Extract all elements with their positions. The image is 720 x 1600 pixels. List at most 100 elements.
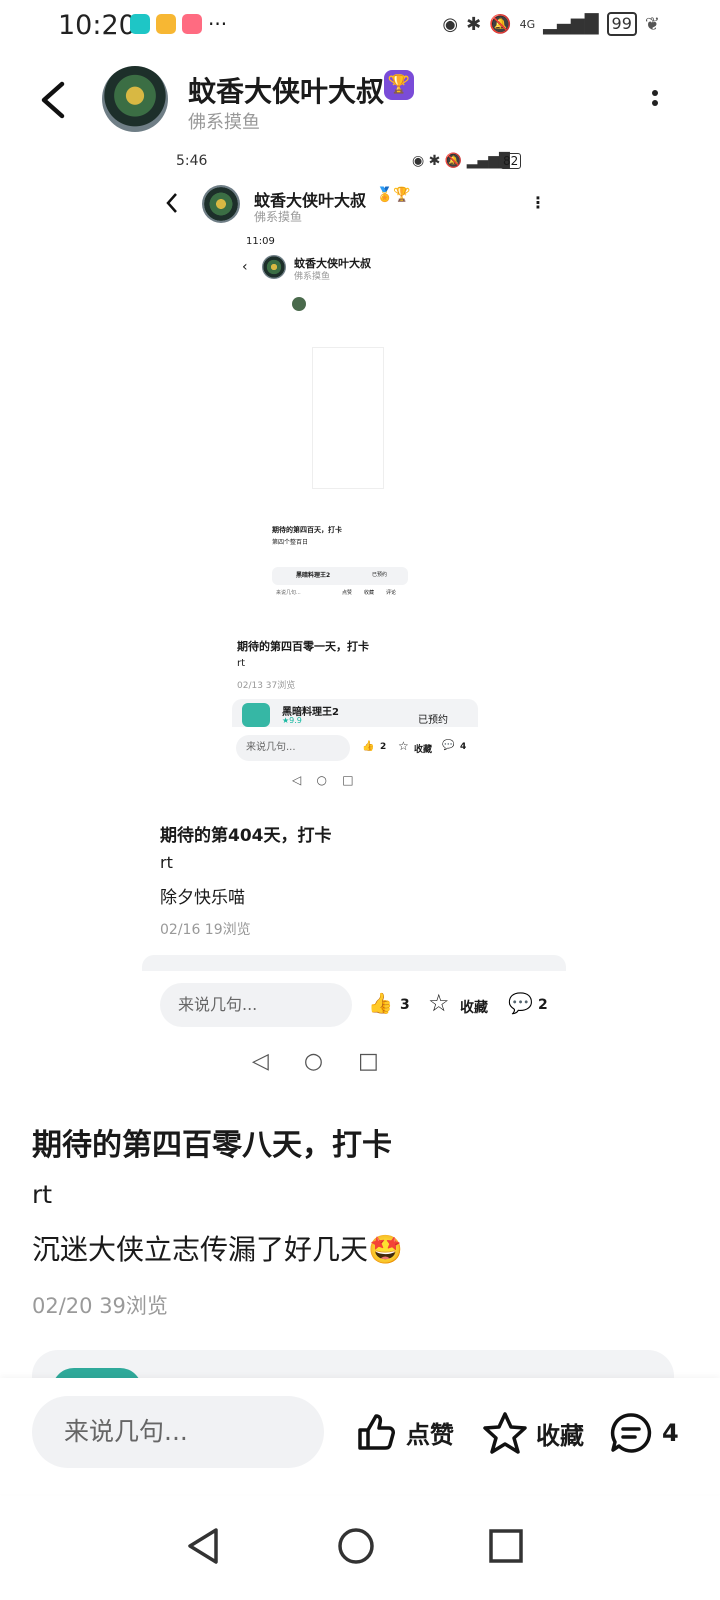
nested-status-time: 5:46	[176, 153, 208, 169]
nested-fav-label: 收藏	[460, 1000, 488, 1016]
nav-recents-button[interactable]	[484, 1524, 528, 1568]
nested-like-icon: 👍	[368, 991, 393, 1015]
nested2-game-rating: ★9.9	[282, 716, 302, 725]
system-navigation-bar	[0, 1494, 720, 1600]
nested2-navbar-icons: ◁ ○ □	[292, 773, 354, 787]
nested3-comment: 评论	[386, 590, 397, 596]
favorite-label: 收藏	[536, 1421, 584, 1450]
comment-input[interactable]: 来说几句...	[32, 1396, 324, 1468]
post-body-line1: rt	[32, 1180, 53, 1209]
square-recents-icon	[489, 1529, 523, 1563]
bluetooth-icon: ✱	[466, 13, 482, 35]
post-image-screenshot[interactable]: 5:46 ◉ ✱ 🔕 ▂▄▆█ 82 蚊香大侠叶大叔 🏅🏆 佛系摸鱼 ⋮ 11:…	[142, 145, 566, 1085]
nested-comment-icon: 💬	[508, 991, 533, 1015]
nested-comment-input: 来说几句...	[160, 983, 352, 1027]
app-notification-icon	[182, 14, 202, 34]
back-button[interactable]	[34, 78, 74, 122]
nested-comment-count: 2	[538, 997, 548, 1013]
system-icons: ◉ ✱ 🔕 4G ▂▄▆█ 99 ❦	[442, 12, 660, 36]
nested2-line1: rt	[237, 658, 246, 669]
favorite-button[interactable]: 收藏	[482, 1410, 584, 1456]
nested-post-title: 期待的第404天，打卡	[160, 826, 332, 846]
nested3-fav: 收藏	[364, 590, 375, 596]
nested2-comment-count: 4	[460, 742, 467, 752]
nested-avatar	[202, 185, 240, 223]
like-button[interactable]: 点赞	[354, 1410, 454, 1454]
nav-home-button[interactable]	[334, 1524, 378, 1568]
nested-back-icon	[166, 193, 177, 213]
nested-game-card-strip	[142, 955, 566, 971]
eye-icon: ◉	[442, 13, 459, 35]
user-signature: 佛系摸鱼	[188, 112, 260, 133]
nested-battery-icon: 82	[500, 153, 522, 169]
nested2-like-icon: 👍	[362, 741, 375, 752]
more-notifications-icon: ···	[208, 12, 228, 36]
nested3-game-card: 黑暗料理王2 已预约	[272, 567, 408, 585]
bottom-action-bar: 来说几句... 点赞 收藏 4	[0, 1378, 720, 1494]
nested2-comment-icon: 💬	[442, 740, 455, 751]
nested2-back-icon: ‹	[242, 259, 248, 275]
nested2-time: 11:09	[246, 236, 275, 247]
nested2-comment-input: 来说几句...	[236, 735, 350, 761]
nested-post-line1: rt	[160, 853, 173, 872]
nested-screenshot-2: 11:09 ‹ 蚊香大侠叶大叔 佛系摸鱼 期待的第四百天，打卡 第四个整百日 黑…	[232, 233, 482, 793]
nested-badges-icon: 🏅🏆	[376, 187, 411, 203]
nested2-meta: 02/13 37浏览	[237, 681, 296, 691]
nested-status-icons: ◉ ✱ 🔕 ▂▄▆█	[412, 153, 510, 169]
triangle-back-icon	[188, 1528, 218, 1564]
nested2-post-title: 期待的第四百零一天，打卡	[237, 640, 369, 653]
post-title: 期待的第四百零八天，打卡	[32, 1128, 392, 1163]
nested3-game-name: 黑暗料理王2	[296, 572, 331, 579]
nested3-line1: 第四个整百日	[272, 539, 309, 546]
nested4-thumbnail	[312, 347, 384, 489]
signal-icon: ▂▄▆█	[543, 13, 599, 35]
nested2-game-button: 已预约	[418, 715, 448, 726]
post-meta: 02/20 39浏览	[32, 1294, 168, 1318]
leaf-icon: ❦	[644, 13, 660, 35]
more-dot-icon	[652, 90, 658, 96]
nested3-like: 点赞	[342, 590, 353, 596]
nested-like-count: 3	[400, 997, 410, 1013]
post-body-line2: 沉迷大侠立志传漏了好几天🤩	[32, 1233, 403, 1266]
nav-back-button[interactable]	[182, 1524, 226, 1568]
nested3-comment-input: 来说几句...	[276, 590, 301, 596]
nested-screenshot-3: 期待的第四百天，打卡 第四个整百日 黑暗料理王2 已预约 来说几句... 点赞 …	[272, 287, 422, 617]
mute-icon: 🔕	[489, 13, 512, 35]
nested-navbar-icons: ◁ ○ □	[252, 1049, 379, 1074]
nested2-subtitle: 佛系摸鱼	[294, 272, 331, 282]
nested-post-line2: 除夕快乐喵	[160, 888, 245, 908]
more-options-button[interactable]	[646, 86, 664, 116]
user-name: 蚊香大侠叶大叔	[188, 75, 385, 108]
nested-subtitle: 佛系摸鱼	[254, 210, 303, 224]
nested-post-meta: 02/16 19浏览	[160, 922, 251, 938]
nested3-game-button: 已预约	[372, 572, 388, 578]
comment-bubble-icon	[610, 1413, 652, 1453]
more-dot-icon	[652, 100, 658, 106]
notification-icons: ···	[130, 12, 227, 36]
thumbs-up-icon	[358, 1414, 395, 1450]
nested2-game-card: 黑暗料理王2 ★9.9 已预约	[232, 699, 478, 727]
avatar[interactable]	[102, 66, 168, 132]
nested2-like-count: 2	[380, 742, 387, 752]
battery-icon: 99	[606, 12, 637, 36]
nested2-fav-icon: ☆	[398, 739, 409, 753]
status-time: 10:20	[58, 10, 136, 41]
nested-more-icon: ⋮	[530, 193, 546, 212]
profile-header: 蚊香大侠叶大叔 🏆 佛系摸鱼	[0, 60, 720, 144]
nested3-post-title: 期待的第四百天，打卡	[272, 526, 342, 534]
nested-fav-icon: ☆	[428, 989, 450, 1017]
nested2-fav-label: 收藏	[414, 745, 433, 755]
status-bar: 10:20 ··· ◉ ✱ 🔕 4G ▂▄▆█ 99 ❦	[0, 0, 720, 52]
circle-home-icon	[338, 1528, 374, 1564]
star-icon	[483, 1412, 527, 1454]
nested2-avatar	[262, 255, 286, 279]
nested2-game-icon	[242, 703, 270, 727]
mail-icon	[156, 14, 176, 34]
app-notification-icon	[130, 14, 150, 34]
back-arrow-icon	[41, 81, 65, 119]
nested3-avatar	[292, 297, 306, 311]
comment-button[interactable]: 4	[608, 1410, 679, 1456]
trophy-badge-icon: 🏆	[384, 70, 414, 100]
comment-count: 4	[662, 1419, 679, 1447]
signal-label: 4G	[519, 17, 536, 31]
